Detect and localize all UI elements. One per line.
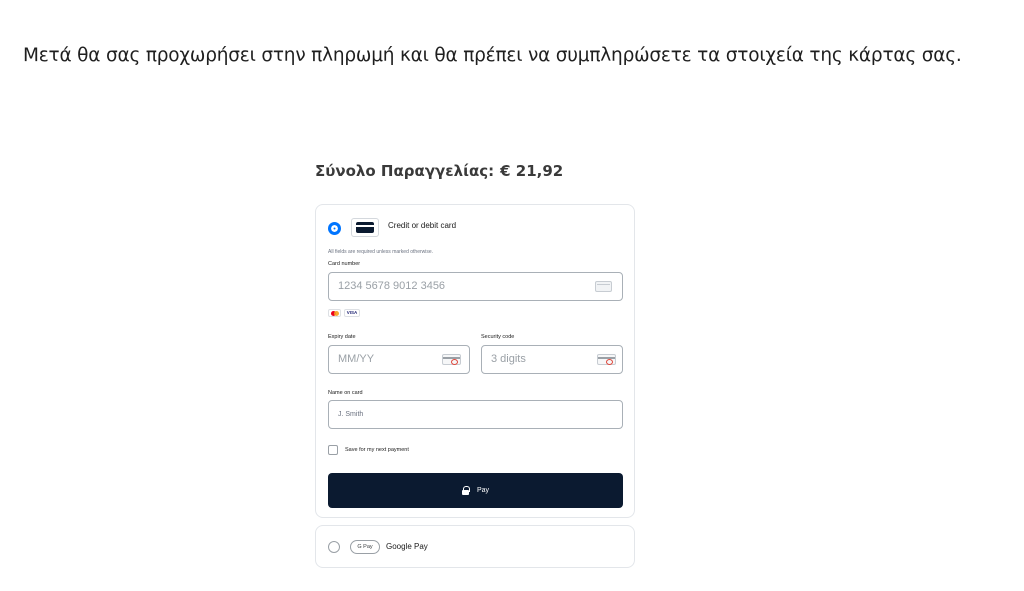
security-code-placeholder: 3 digits: [491, 353, 526, 365]
save-card-label[interactable]: Save for my next payment: [345, 447, 409, 453]
save-card-checkbox[interactable]: [328, 445, 338, 455]
cvc-icon: [597, 354, 616, 365]
card-number-label: Card number: [328, 261, 361, 267]
card-generic-icon: [595, 281, 612, 292]
name-on-card-input[interactable]: J. Smith: [328, 400, 623, 429]
mastercard-icon: [328, 309, 341, 317]
pay-button[interactable]: Pay: [328, 473, 623, 508]
expiry-placeholder: MM/YY: [338, 353, 375, 365]
expiry-label: Expiry date: [328, 334, 356, 340]
required-note: All fields are required unless marked ot…: [328, 249, 434, 255]
expiry-input[interactable]: MM/YY: [328, 345, 470, 374]
card-brands: VISA: [328, 309, 360, 317]
order-total-amount: € 21,92: [500, 162, 564, 180]
google-pay-radio[interactable]: [328, 541, 340, 553]
card-payment-panel: Credit or debit card All fields are requ…: [315, 204, 635, 518]
security-code-label: Security code: [481, 334, 515, 340]
google-pay-label[interactable]: Google Pay: [386, 542, 428, 551]
security-code-input[interactable]: 3 digits: [481, 345, 623, 374]
lock-icon: [461, 486, 470, 495]
card-method-radio[interactable]: [328, 222, 341, 235]
credit-card-icon: [351, 218, 379, 237]
name-on-card-placeholder: J. Smith: [338, 411, 364, 418]
expiry-card-icon: [442, 354, 461, 365]
card-number-placeholder: 1234 5678 9012 3456: [338, 280, 446, 292]
visa-icon: VISA: [344, 309, 360, 317]
name-on-card-label: Name on card: [328, 390, 363, 396]
card-number-input[interactable]: 1234 5678 9012 3456: [328, 272, 623, 301]
card-method-label[interactable]: Credit or debit card: [388, 221, 456, 230]
pay-button-label: Pay: [476, 487, 490, 494]
intro-text: Μετά θα σας προχωρήσει στην πληρωμή και …: [23, 45, 962, 66]
google-pay-icon: G Pay: [350, 540, 380, 554]
google-pay-panel[interactable]: G Pay Google Pay: [315, 525, 635, 568]
order-total: Σύνολο Παραγγελίας: € 21,92: [315, 162, 563, 180]
order-total-label: Σύνολο Παραγγελίας:: [315, 162, 495, 180]
